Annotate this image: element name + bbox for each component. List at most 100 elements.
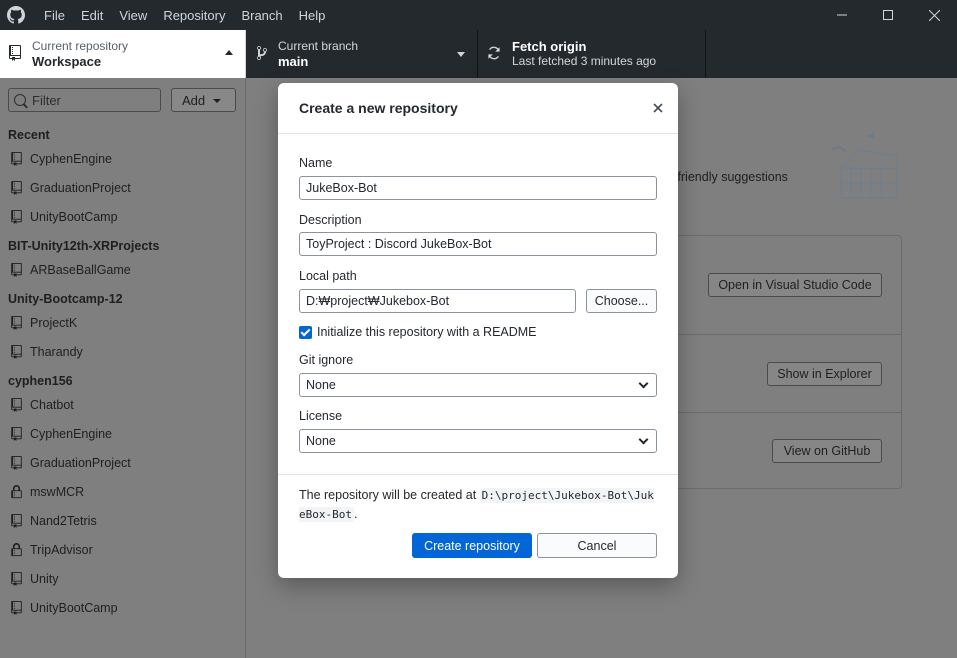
open-in-vscode-button[interactable]: Open in Visual Studio Code: [708, 273, 882, 297]
sidebar-repo-item[interactable]: Unity: [0, 564, 245, 593]
sidebar-group-header: cyphen156: [8, 374, 73, 388]
sidebar-repo-item[interactable]: UnityBootCamp: [0, 593, 245, 622]
lock-icon: [9, 484, 23, 499]
repo-icon: [9, 600, 23, 615]
sidebar-repo-label: TripAdvisor: [30, 542, 93, 557]
repo-icon: [9, 151, 23, 166]
license-value: None: [306, 434, 336, 448]
chevron-down-icon: [638, 378, 649, 388]
current-branch-value: main: [278, 54, 309, 69]
current-repository-button[interactable]: Current repository Workspace: [0, 30, 246, 78]
sidebar-repo-label: GraduationProject: [30, 180, 131, 195]
cancel-button[interactable]: Cancel: [537, 533, 657, 558]
repo-icon: [9, 344, 23, 359]
filter-placeholder: Filter: [32, 92, 61, 108]
sidebar-repo-item[interactable]: Chatbot: [0, 390, 245, 419]
sidebar-repo-label: GraduationProject: [30, 455, 131, 470]
sidebar-repo-label: CyphenEngine: [30, 426, 113, 441]
git-ignore-label: Git ignore: [299, 353, 354, 367]
repo-icon: [9, 455, 23, 470]
sidebar-repo-label: CyphenEngine: [30, 151, 113, 166]
sidebar-repo-item[interactable]: CyphenEngine: [0, 419, 245, 448]
local-path-label: Local path: [299, 269, 357, 283]
sidebar-repo-item[interactable]: CyphenEngine: [0, 144, 245, 173]
sync-icon: [486, 45, 502, 64]
create-repository-dialog: Create a new repository Name JukeBox-Bot…: [278, 83, 678, 578]
name-field-value: JukeBox-Bot: [306, 181, 377, 195]
current-repository-value: Workspace: [32, 54, 102, 69]
menu-edit[interactable]: Edit: [73, 8, 111, 23]
chevron-down-icon: [213, 99, 221, 103]
sidebar-repo-item[interactable]: mswMCR: [0, 477, 245, 506]
sidebar-repo-label: UnityBootCamp: [30, 209, 118, 224]
readme-checkbox-row[interactable]: Initialize this repository with a README: [299, 325, 537, 339]
add-button[interactable]: Add: [171, 88, 236, 112]
repo-icon: [9, 180, 23, 195]
note-suffix: .: [353, 507, 358, 521]
readme-checkbox[interactable]: [299, 325, 312, 339]
suggestion-cards: Open in Visual Studio Code Show in Explo…: [667, 235, 902, 489]
menu-view[interactable]: View: [111, 8, 155, 23]
current-repository-label: Current repository: [32, 39, 129, 53]
sidebar-repo-item[interactable]: ProjectK: [0, 308, 245, 337]
create-repository-button[interactable]: Create repository: [412, 533, 532, 558]
current-branch-label: Current branch: [278, 39, 359, 53]
license-select[interactable]: None: [299, 429, 657, 453]
menu-branch[interactable]: Branch: [233, 8, 290, 23]
sidebar-repo-item[interactable]: GraduationProject: [0, 448, 245, 477]
menu-help[interactable]: Help: [291, 8, 334, 23]
title-bar: File Edit View Repository Branch Help: [0, 0, 957, 30]
sidebar-repo-label: Tharandy: [30, 344, 83, 359]
sidebar-repo-label: Chatbot: [30, 397, 74, 412]
chevron-up-icon: [225, 50, 233, 55]
illustration: [827, 128, 917, 211]
repo-icon: [9, 209, 23, 224]
sidebar-group-header: Unity-Bootcamp-12: [8, 292, 123, 306]
dialog-title: Create a new repository: [299, 100, 458, 116]
description-field-value: ToyProject : Discord JukeBox-Bot: [306, 237, 492, 251]
filter-input[interactable]: Filter: [8, 88, 161, 112]
choose-button[interactable]: Choose...: [586, 289, 657, 313]
sidebar-repo-item[interactable]: UnityBootCamp: [0, 202, 245, 231]
sidebar-repo-item[interactable]: GraduationProject: [0, 173, 245, 202]
name-field[interactable]: JukeBox-Bot: [299, 176, 657, 200]
chevron-down-icon: [457, 52, 465, 57]
maximize-icon[interactable]: [865, 0, 911, 30]
dialog-header: Create a new repository: [278, 83, 678, 134]
sidebar-repo-item[interactable]: Nand2Tetris: [0, 506, 245, 535]
close-window-icon[interactable]: [911, 0, 957, 30]
sidebar-repo-label: mswMCR: [30, 484, 85, 499]
description-label: Description: [299, 213, 362, 227]
show-in-explorer-button[interactable]: Show in Explorer: [767, 362, 882, 386]
menu-bar: File Edit View Repository Branch Help: [36, 8, 333, 23]
description-field[interactable]: ToyProject : Discord JukeBox-Bot: [299, 232, 657, 256]
name-label: Name: [299, 156, 333, 170]
sidebar-group-header: Recent: [8, 128, 50, 142]
dialog-footer: The repository will be created at D:\pro…: [278, 474, 678, 578]
sidebar-repo-item[interactable]: Tharandy: [0, 337, 245, 366]
toolbar: Current repository Workspace Current bra…: [0, 30, 957, 78]
sidebar-repo-item[interactable]: ARBaseBallGame: [0, 255, 245, 284]
repository-list: Recent CyphenEngine GraduationProject Unity…: [0, 120, 245, 622]
sidebar-repo-label: UnityBootCamp: [30, 600, 118, 615]
git-ignore-select[interactable]: None: [299, 373, 657, 397]
github-logo-icon: [0, 0, 32, 30]
view-on-github-button[interactable]: View on GitHub: [772, 439, 882, 463]
search-icon: [14, 94, 26, 106]
git-ignore-value: None: [306, 378, 336, 392]
suggestions-text: e friendly suggestions: [667, 170, 788, 184]
current-branch-button[interactable]: Current branch main: [246, 30, 478, 78]
local-path-field[interactable]: D:₩project₩Jukebox-Bot: [299, 289, 576, 313]
menu-repository[interactable]: Repository: [155, 8, 233, 23]
local-path-field-value: D:₩project₩Jukebox-Bot: [306, 294, 450, 308]
sidebar-repo-item[interactable]: TripAdvisor: [0, 535, 245, 564]
close-icon[interactable]: [650, 100, 666, 116]
menu-file[interactable]: File: [36, 8, 73, 23]
fetch-origin-label: Fetch origin: [512, 39, 587, 54]
sidebar-repo-label: Unity: [30, 571, 59, 586]
chevron-down-icon: [638, 434, 649, 444]
repo-icon: [9, 397, 23, 412]
minimize-icon[interactable]: [819, 0, 865, 30]
note-prefix: The repository will be created at: [299, 488, 477, 502]
fetch-origin-button[interactable]: Fetch origin Last fetched 3 minutes ago: [478, 30, 706, 78]
